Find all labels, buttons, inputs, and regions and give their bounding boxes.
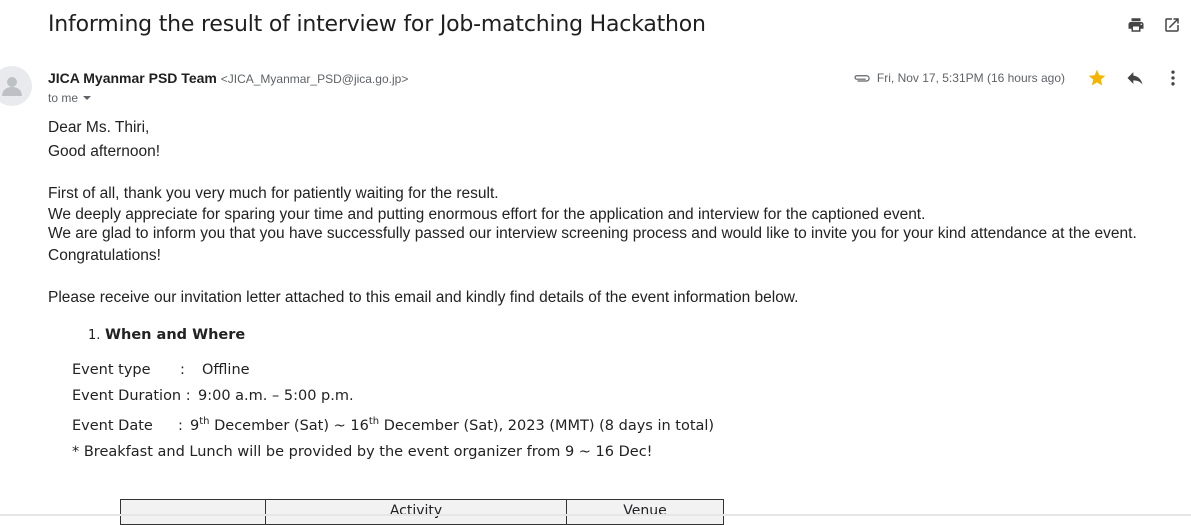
email-meta: Fri, Nov 17, 5:31PM (16 hours ago) — [853, 68, 1183, 88]
event-type-row: Event type: Offline — [72, 357, 1188, 383]
table-header-cell — [120, 499, 266, 525]
body-paragraph: Congratulations! — [48, 247, 161, 264]
to-me-label: to me — [48, 91, 79, 105]
event-date-end: December (Sat), 2023 (MMT) (8 days in to… — [379, 418, 715, 434]
email-subject: Informing the result of interview for Jo… — [48, 12, 706, 37]
body-paragraph: First of all, thank you very much for pa… — [48, 185, 499, 202]
event-type-value: Offline — [202, 362, 250, 378]
sender-email: <JICA_Myanmar_PSD@jica.go.jp> — [220, 72, 409, 86]
sender-name[interactable]: JICA Myanmar PSD Team — [48, 70, 217, 86]
email-date: Fri, Nov 17, 5:31PM (16 hours ago) — [876, 71, 1065, 85]
event-date-day1: 9 — [190, 418, 200, 434]
avatar[interactable] — [0, 66, 32, 106]
section-title: When and Where — [105, 327, 246, 343]
body-paragraph: We deeply appreciate for sparing your ti… — [48, 206, 926, 223]
ordinal-suffix: th — [368, 416, 380, 428]
recipients-toggle[interactable]: to me — [48, 91, 92, 105]
ordinal-suffix: th — [199, 416, 210, 428]
event-duration-row: Event Duration : 9:00 a.m. – 5:00 p.m. — [72, 383, 1188, 409]
event-duration-value: 9:00 a.m. – 5:00 p.m. — [198, 388, 354, 404]
table-header-cell: Venue — [566, 499, 724, 525]
chevron-down-icon[interactable] — [82, 93, 92, 103]
meal-note-text: * Breakfast and Lunch will be provided b… — [72, 444, 653, 460]
meal-note: * Breakfast and Lunch will be provided b… — [72, 439, 1188, 465]
event-type-label: Event type — [72, 362, 151, 378]
sender: JICA Myanmar PSD Team <JICA_Myanmar_PSD@… — [48, 70, 408, 86]
section-number: 1. — [88, 328, 101, 343]
colon: : — [178, 418, 183, 434]
star-icon[interactable] — [1087, 68, 1107, 88]
print-icon[interactable] — [1127, 16, 1145, 34]
body-paragraph: Please receive our invitation letter att… — [48, 289, 799, 306]
schedule-table: Activity Venue — [120, 499, 724, 525]
event-date-label: Event Date — [72, 418, 153, 434]
section-heading: 1. When and Where — [88, 327, 1188, 343]
top-toolbar — [1127, 16, 1181, 34]
email-body: Dear Ms. Thiri, Good afternoon! First of… — [48, 118, 1188, 465]
greeting-line: Good afternoon! — [48, 143, 161, 160]
open-in-new-window-icon[interactable] — [1163, 16, 1181, 34]
body-paragraph: We are glad to inform you that you have … — [48, 225, 1137, 242]
greeting-line: Dear Ms. Thiri, — [48, 119, 150, 136]
event-date-row: Event Date:9th December (Sat) ~ 16th Dec… — [72, 409, 1188, 439]
table-header-cell: Activity — [265, 499, 567, 525]
more-vert-icon[interactable] — [1163, 68, 1183, 88]
event-date-mid: December (Sat) ~ 16 — [209, 418, 369, 434]
avatar-icon — [2, 77, 22, 96]
reply-icon[interactable] — [1125, 68, 1145, 88]
event-duration-label: Event Duration : — [72, 388, 191, 404]
table-header-row: Activity Venue — [120, 499, 724, 525]
colon: : — [180, 362, 185, 378]
event-details: Event type: Offline Event Duration : 9:00 … — [72, 357, 1188, 465]
attachment-icon — [854, 75, 870, 82]
